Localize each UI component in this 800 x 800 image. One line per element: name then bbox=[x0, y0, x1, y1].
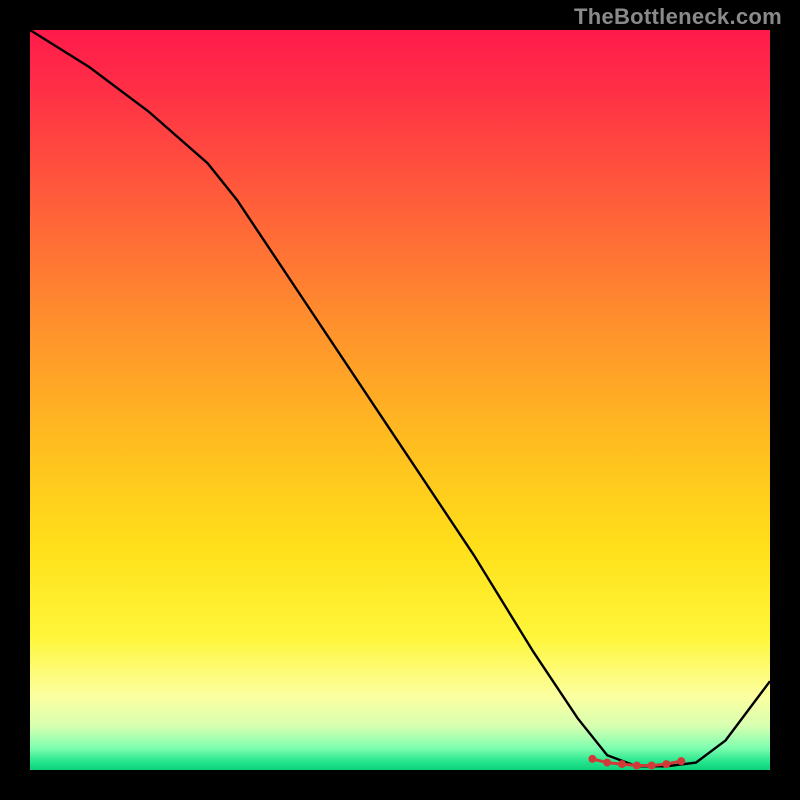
plot-area bbox=[30, 30, 770, 770]
bottleneck-curve bbox=[30, 30, 770, 770]
watermark-text: TheBottleneck.com bbox=[574, 4, 782, 30]
valley-marker bbox=[677, 757, 685, 765]
chart-frame: TheBottleneck.com bbox=[0, 0, 800, 800]
curve-line bbox=[30, 30, 770, 766]
valley-markers bbox=[588, 755, 685, 770]
